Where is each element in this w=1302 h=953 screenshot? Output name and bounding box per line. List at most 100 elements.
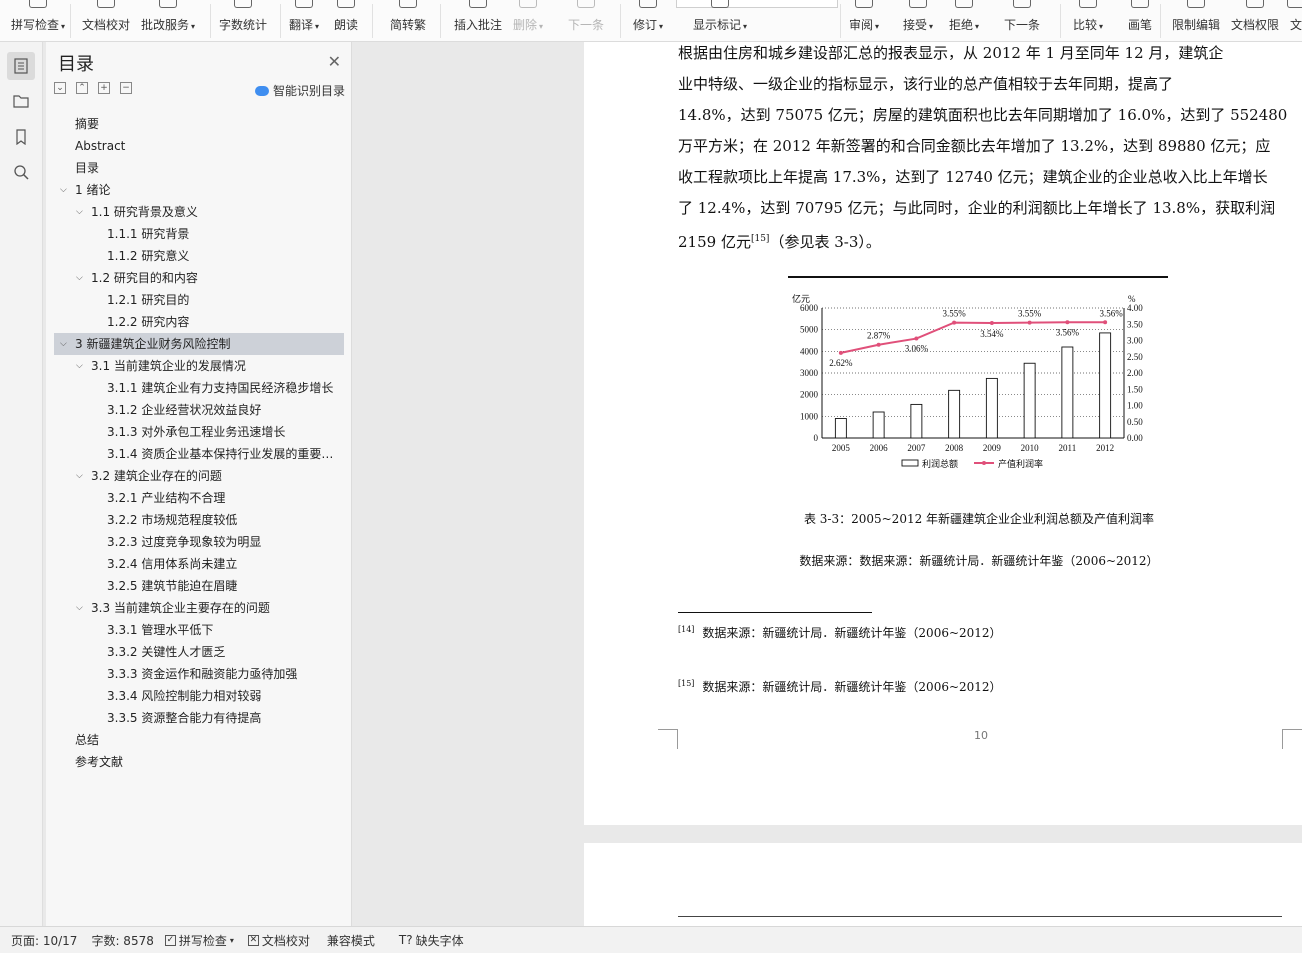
ribbon-button[interactable]: 朗读 (316, 0, 376, 41)
toc-item[interactable]: 3.1.4 资质企业基本保持行业发展的重要地位 (54, 443, 344, 465)
toc-item[interactable]: 1.1.1 研究背景 (54, 223, 344, 245)
ribbon-button[interactable]: 拼写检查 ▾ (8, 0, 68, 41)
smart-toc-icon (254, 85, 269, 96)
ribbon-button[interactable]: 删除 ▾ (498, 0, 558, 41)
toc-item-label: Abstract (75, 139, 126, 153)
ribbon-button[interactable]: 审阅 ▾ (834, 0, 894, 41)
toc-item[interactable]: 目录 (54, 157, 344, 179)
toc-item[interactable]: 3.2.2 市场规范程度较低 (54, 509, 344, 531)
footnote-mark: [14] (678, 625, 695, 634)
ribbon-button[interactable]: 字数统计 (213, 0, 273, 41)
ribbon-separator (210, 4, 211, 38)
ribbon-button-label: 修订 (632, 18, 657, 32)
toc-item[interactable]: ⌵ 3.3 当前建筑企业主要存在的问题 (54, 597, 344, 619)
ribbon-button-label: 拒绝 (948, 18, 973, 32)
y-tick-label-left: 5000 (800, 325, 819, 335)
toc-item[interactable]: ⌵ 1 绪论 (54, 179, 344, 201)
ribbon-button-label: 审阅 (848, 18, 873, 32)
toc-item[interactable]: 3.3.5 资源整合能力有待提高 (54, 707, 344, 729)
toc-item-label: 3.3.5 资源整合能力有待提高 (107, 711, 262, 725)
toc-item[interactable]: 1.1.2 研究意义 (54, 245, 344, 267)
toc-item[interactable]: 3.2.4 信用体系尚未建立 (54, 553, 344, 575)
ribbon-button[interactable]: 批改服务 ▾ (138, 0, 198, 41)
add-heading-icon[interactable]: + (98, 82, 110, 94)
toc-item[interactable]: 3.1.3 对外承包工程业务迅速增长 (54, 421, 344, 443)
close-icon[interactable]: ✕ (328, 52, 341, 71)
toc-item[interactable]: 总结 (54, 729, 344, 751)
toc-item[interactable]: 3.2.3 过度竞争现象较为明显 (54, 531, 344, 553)
toc-item[interactable]: 3.3.2 关键性人才匮乏 (54, 641, 344, 663)
y-tick-label-right: 0.50 (1127, 417, 1143, 427)
ribbon-button[interactable]: 简转繁 (378, 0, 438, 41)
y-tick-label-left: 0 (814, 433, 819, 443)
expand-arrow-icon[interactable]: ⌵ (76, 465, 83, 487)
footnote-separator (678, 612, 872, 613)
toc-item[interactable]: 3.3.3 资金运作和融资能力亟待加强 (54, 663, 344, 685)
ribbon-button[interactable]: 下一条 (992, 0, 1052, 41)
footnote-ref[interactable]: [15] (751, 234, 769, 244)
expand-arrow-icon[interactable]: ⌵ (76, 597, 83, 619)
y-tick-label-right: 0.00 (1127, 433, 1143, 443)
toc-item[interactable]: ⌵ 1.1 研究背景及意义 (54, 201, 344, 223)
page-number: 10 (974, 729, 988, 742)
ribbon-button-label: 文 (1289, 18, 1302, 32)
ribbon-button[interactable]: 文 (1266, 0, 1302, 41)
y-axis-label-left: 亿元 (792, 293, 810, 304)
ribbon-button-label: 删除 (512, 18, 537, 32)
proofread-toggle[interactable]: ✕ 文档校对 (247, 932, 310, 949)
ribbon-button[interactable]: 限制编辑 (1166, 0, 1226, 41)
chapter-nav-icon[interactable] (7, 87, 35, 115)
body-text[interactable]: 根据由住房和城乡建设部汇总的报表显示，从 2012 年 1 月至同年 12 月，… (678, 42, 1287, 258)
expand-arrow-icon[interactable]: ⌵ (60, 333, 67, 355)
y-tick-label-right: 2.50 (1127, 352, 1143, 362)
toc-item[interactable]: ⌵ 1.2 研究目的和内容 (54, 267, 344, 289)
bookmark-icon[interactable] (7, 123, 35, 151)
ribbon-button[interactable]: 比较 ▾ (1058, 0, 1118, 41)
expand-all-icon[interactable]: ⌄ (54, 82, 66, 94)
toc-item[interactable]: 3.1.1 建筑企业有力支持国民经济稳步增长 (54, 377, 344, 399)
ribbon-button-label: 限制编辑 (1171, 18, 1220, 32)
smart-toc-button[interactable]: 智能识别目录 (254, 82, 345, 99)
toc-item[interactable]: 1.2.1 研究目的 (54, 289, 344, 311)
toc-item[interactable]: Abstract (54, 135, 344, 157)
line-point (1103, 320, 1108, 325)
page-indicator[interactable]: 页面: 10/17 (11, 932, 77, 949)
toc-item[interactable]: 3.3.1 管理水平低下 (54, 619, 344, 641)
toc-item[interactable]: 3.3.4 风险控制能力相对较弱 (54, 685, 344, 707)
missing-font-button[interactable]: T? 缺失字体 (399, 932, 464, 949)
expand-arrow-icon[interactable]: ⌵ (60, 179, 67, 201)
toc-item[interactable]: 1.2.2 研究内容 (54, 311, 344, 333)
toc-item-label: 3.1 当前建筑企业的发展情况 (91, 359, 246, 373)
toc-item[interactable]: 3.2.1 产业结构不合理 (54, 487, 344, 509)
toc-panel-icon[interactable] (7, 52, 35, 80)
ribbon-button[interactable]: 修订 ▾ (618, 0, 678, 41)
ribbon-button[interactable]: 拒绝 ▾ (934, 0, 994, 41)
document-area[interactable]: 根据由住房和城乡建设部汇总的报表显示，从 2012 年 1 月至同年 12 月，… (353, 42, 1302, 926)
ribbon-button[interactable]: 画笔 (1110, 0, 1170, 41)
toc-item[interactable]: 参考文献 (54, 751, 344, 773)
y-axis-label-right: % (1128, 294, 1136, 304)
search-icon[interactable] (7, 158, 35, 186)
ribbon-button-label: 朗读 (333, 18, 358, 32)
toc-item[interactable]: ⌵ 3 新疆建筑企业财务风险控制 (54, 333, 344, 355)
toc-item[interactable]: ⌵ 3.2 建筑企业存在的问题 (54, 465, 344, 487)
expand-arrow-icon[interactable]: ⌵ (76, 267, 83, 289)
ribbon-button[interactable]: 文档校对 (76, 0, 136, 41)
expand-arrow-icon[interactable]: ⌵ (76, 355, 83, 377)
data-label: 2.87% (867, 331, 891, 341)
x-tick-label: 2011 (1059, 443, 1077, 453)
expand-arrow-icon[interactable]: ⌵ (76, 201, 83, 223)
collapse-all-icon[interactable]: ⌃ (76, 82, 88, 94)
ribbon-button[interactable]: 下一条 (556, 0, 616, 41)
toc-item[interactable]: 3.1.2 企业经营状况效益良好 (54, 399, 344, 421)
spell-check-toggle[interactable]: ✓ 拼写检查 ▾ (164, 932, 234, 949)
body-line: 万平方米；在 2012 年新签署的和合同金额比去年增加了 13.2%，达到 89… (678, 137, 1271, 155)
chevron-down-icon: ▾ (929, 22, 934, 31)
remove-heading-icon[interactable]: − (120, 82, 132, 94)
toc-item[interactable]: ⌵ 3.1 当前建筑企业的发展情况 (54, 355, 344, 377)
word-count[interactable]: 字数: 8578 (91, 932, 153, 949)
toc-item[interactable]: 3.2.5 建筑节能迫在眉睫 (54, 575, 344, 597)
toc-item[interactable]: 摘要 (54, 113, 344, 135)
compat-mode[interactable]: 兼容模式 (327, 932, 375, 949)
ribbon-button[interactable]: 显示标记 ▾ (690, 0, 750, 41)
